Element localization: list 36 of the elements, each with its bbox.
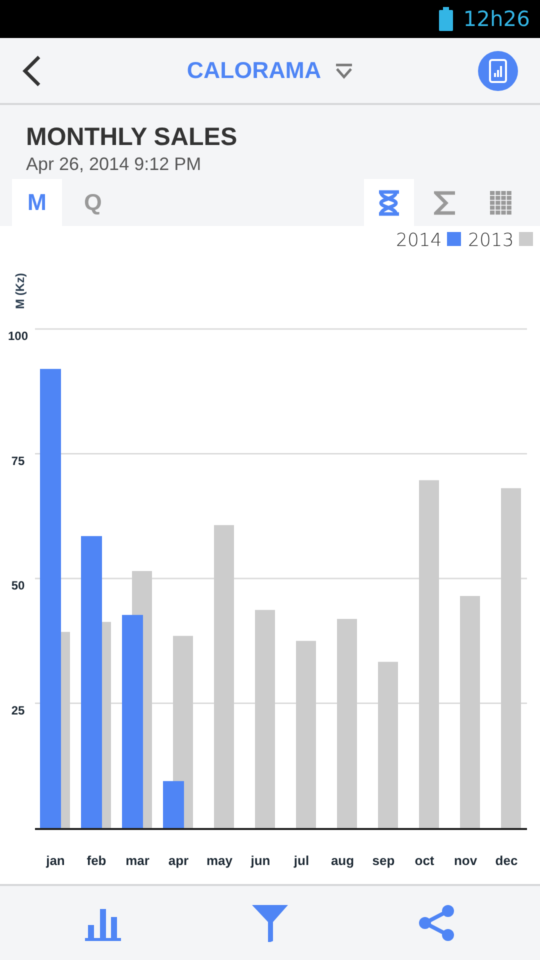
clock-time: 12h26 <box>463 7 530 31</box>
dropdown-icon[interactable] <box>335 62 354 78</box>
period-tab[interactable]: M <box>12 179 62 226</box>
legend-label: 2013 <box>468 230 514 251</box>
back-button[interactable] <box>22 54 42 86</box>
x-tick-label: jul <box>294 853 310 868</box>
x-tick-label: mar <box>126 853 150 868</box>
x-tick-label: oct <box>414 853 434 868</box>
period-tab[interactable]: Q <box>68 179 118 226</box>
filter-icon[interactable] <box>250 904 289 942</box>
report-timestamp: Apr 26, 2014 9:12 PM <box>26 154 202 175</box>
x-tick-label: feb <box>86 853 106 868</box>
x-tick-label: jan <box>46 853 65 868</box>
share-icon[interactable] <box>418 904 456 942</box>
x-tick-label: sep <box>372 853 395 868</box>
x-tick-label: dec <box>495 853 518 868</box>
grid-icon <box>490 190 512 214</box>
report-button[interactable] <box>478 50 518 90</box>
hourglass-icon <box>378 190 400 216</box>
y-tick-label: 25 <box>11 703 25 718</box>
y-tick-label: 75 <box>11 454 25 468</box>
report-title: MONTHLY SALES <box>26 123 238 152</box>
y-tick-label: 50 <box>11 578 25 592</box>
y-tick-label: 100 <box>8 329 28 343</box>
view-button[interactable] <box>364 179 414 226</box>
x-tick-label: aug <box>330 853 354 868</box>
sigma-icon <box>434 190 456 216</box>
x-tick-label: nov <box>454 853 478 868</box>
battery-icon <box>439 7 454 31</box>
x-tick-label: may <box>206 853 233 868</box>
y-axis-label: M (Kz) <box>13 273 27 309</box>
x-tick-label: apr <box>168 853 189 868</box>
legend-label: 2014 <box>396 230 442 251</box>
x-tick-label: jun <box>250 853 270 868</box>
app-title: CALORAMA <box>186 57 322 84</box>
tablet-chart-icon <box>489 58 507 82</box>
